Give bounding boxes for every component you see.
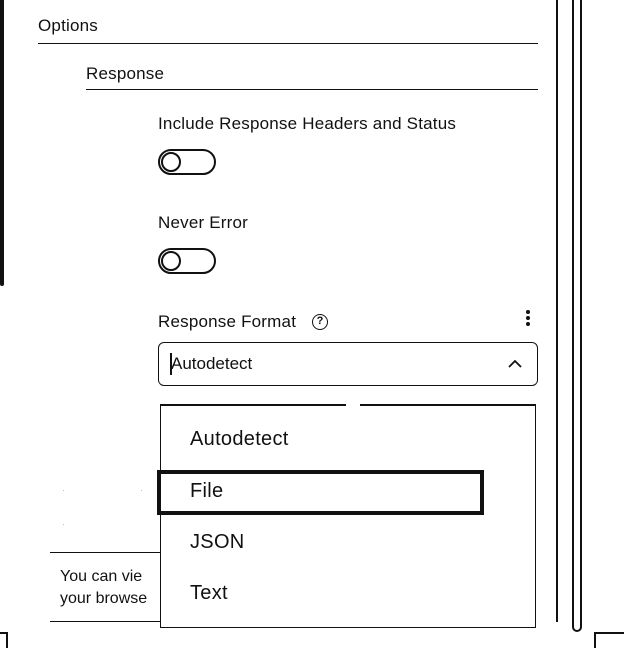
include-headers-toggle[interactable] — [158, 149, 216, 175]
panel-corner — [594, 632, 624, 648]
faded-dot: · — [140, 486, 143, 495]
dropdown-top-border — [360, 404, 536, 406]
background-note-line: You can vie — [60, 568, 143, 585]
faded-dot: · — [62, 520, 65, 529]
more-options-icon[interactable] — [520, 308, 536, 328]
background-note: You can vie your browse — [60, 566, 160, 610]
faded-dot: · — [62, 486, 65, 495]
never-error-toggle[interactable] — [158, 248, 216, 274]
option-json[interactable]: JSON — [190, 531, 245, 554]
option-autodetect[interactable]: Autodetect — [190, 428, 289, 451]
options-section-title[interactable]: Options — [38, 16, 98, 36]
panel-right-border — [556, 0, 558, 622]
response-format-select[interactable]: Autodetect — [158, 342, 538, 386]
response-section-title[interactable]: Response — [86, 64, 164, 84]
toggle-knob — [161, 251, 181, 271]
toggle-knob — [161, 152, 181, 172]
response-format-label: Response Format — [158, 312, 297, 331]
option-text[interactable]: Text — [190, 582, 228, 605]
never-error-label: Never Error — [158, 213, 249, 232]
scrollbar[interactable] — [572, 0, 582, 632]
background-note-line: your browse — [60, 590, 148, 607]
panel-corner — [0, 632, 8, 648]
panel-left-border — [0, 0, 4, 286]
node-options-panel: Options Response Include Response Header… — [0, 0, 624, 648]
background-divider — [50, 621, 160, 622]
chevron-up-icon[interactable] — [507, 356, 523, 372]
options-divider — [38, 43, 538, 44]
response-divider — [86, 89, 538, 90]
response-format-value: Autodetect — [171, 354, 253, 373]
background-divider — [50, 552, 160, 553]
question-circle-icon[interactable]: ? — [312, 314, 328, 330]
dropdown-top-border — [160, 404, 346, 406]
include-headers-label: Include Response Headers and Status — [158, 114, 457, 133]
option-file[interactable]: File — [190, 480, 223, 503]
